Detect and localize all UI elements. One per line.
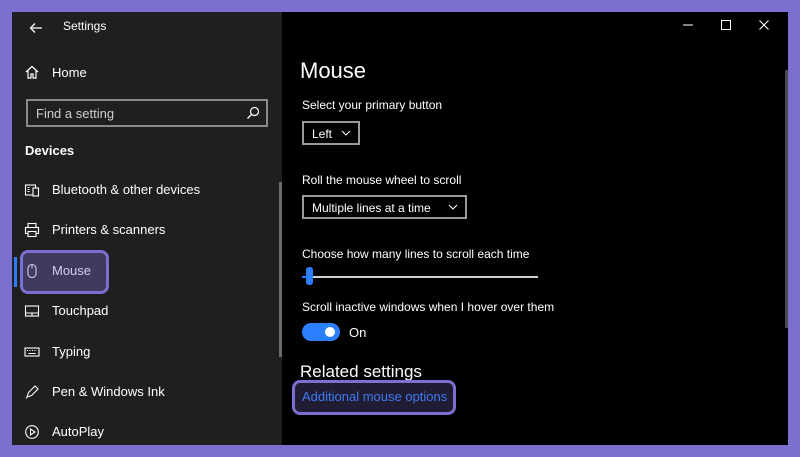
pen-icon bbox=[24, 384, 40, 400]
bluetooth-devices-icon bbox=[24, 182, 40, 198]
main-scrollbar[interactable] bbox=[785, 70, 788, 328]
chevron-down-icon bbox=[340, 127, 352, 139]
minimize-icon[interactable] bbox=[674, 16, 702, 34]
sidebar-item-bluetooth[interactable]: Bluetooth & other devices bbox=[12, 170, 274, 210]
lines-setting-label: Choose how many lines to scroll each tim… bbox=[302, 247, 530, 261]
sidebar-item-autoplay[interactable]: AutoPlay bbox=[12, 412, 274, 445]
lines-slider-track[interactable] bbox=[302, 276, 538, 278]
scroll-setting-label: Roll the mouse wheel to scroll bbox=[302, 173, 462, 187]
home-label: Home bbox=[52, 65, 87, 80]
inactive-scroll-toggle[interactable] bbox=[302, 323, 340, 341]
primary-button-label: Select your primary button bbox=[302, 98, 443, 112]
lines-slider-thumb[interactable] bbox=[306, 267, 314, 285]
window-title: Settings bbox=[63, 19, 107, 33]
sidebar: Settings Home Devices bbox=[12, 12, 282, 445]
scroll-setting-dropdown[interactable]: Multiple lines at a time bbox=[302, 195, 467, 219]
link-highlight-box bbox=[292, 380, 456, 415]
dropdown-value: Multiple lines at a time bbox=[312, 201, 431, 215]
keyboard-icon bbox=[24, 344, 40, 360]
sidebar-item-label: Typing bbox=[52, 344, 91, 359]
dropdown-value: Left bbox=[312, 127, 333, 141]
touchpad-icon bbox=[24, 303, 40, 319]
sidebar-item-pen[interactable]: Pen & Windows Ink bbox=[12, 372, 274, 412]
sidebar-item-label: AutoPlay bbox=[52, 424, 105, 439]
printer-icon bbox=[24, 222, 40, 238]
sidebar-item-printers[interactable]: Printers & scanners bbox=[12, 210, 274, 250]
maximize-icon[interactable] bbox=[712, 16, 740, 34]
search-input[interactable] bbox=[36, 104, 236, 122]
page-title: Mouse bbox=[300, 58, 367, 83]
active-indicator bbox=[14, 257, 17, 287]
window-controls bbox=[668, 12, 788, 38]
search-icon[interactable] bbox=[246, 106, 260, 120]
primary-button-dropdown[interactable]: Left bbox=[302, 121, 360, 145]
screenshot-frame: Settings Home Devices bbox=[0, 0, 800, 457]
sidebar-item-typing[interactable]: Typing bbox=[12, 332, 274, 372]
home-nav-item[interactable]: Home bbox=[12, 60, 282, 86]
sidebar-item-touchpad[interactable]: Touchpad bbox=[12, 291, 274, 331]
mouse-highlight-box bbox=[20, 250, 109, 294]
sidebar-item-label: Printers & scanners bbox=[52, 222, 166, 237]
inactive-scroll-label: Scroll inactive windows when I hover ove… bbox=[302, 300, 555, 314]
settings-window: Settings Home Devices bbox=[12, 12, 788, 445]
home-icon bbox=[24, 64, 40, 80]
related-settings-title: Related settings bbox=[300, 362, 422, 381]
close-icon[interactable] bbox=[750, 16, 778, 34]
sidebar-item-label: Touchpad bbox=[52, 303, 109, 318]
autoplay-icon bbox=[24, 424, 40, 440]
back-arrow-icon[interactable] bbox=[24, 16, 48, 40]
sidebar-item-label: Bluetooth & other devices bbox=[52, 182, 201, 197]
sidebar-item-label: Pen & Windows Ink bbox=[52, 384, 165, 399]
chevron-down-icon bbox=[447, 201, 459, 213]
section-title-devices: Devices bbox=[25, 143, 75, 158]
search-box[interactable] bbox=[26, 99, 268, 127]
toggle-state-label: On bbox=[349, 325, 367, 340]
main-content: Mouse Select your primary button Left Ro… bbox=[282, 12, 788, 445]
toggle-knob bbox=[325, 327, 335, 337]
